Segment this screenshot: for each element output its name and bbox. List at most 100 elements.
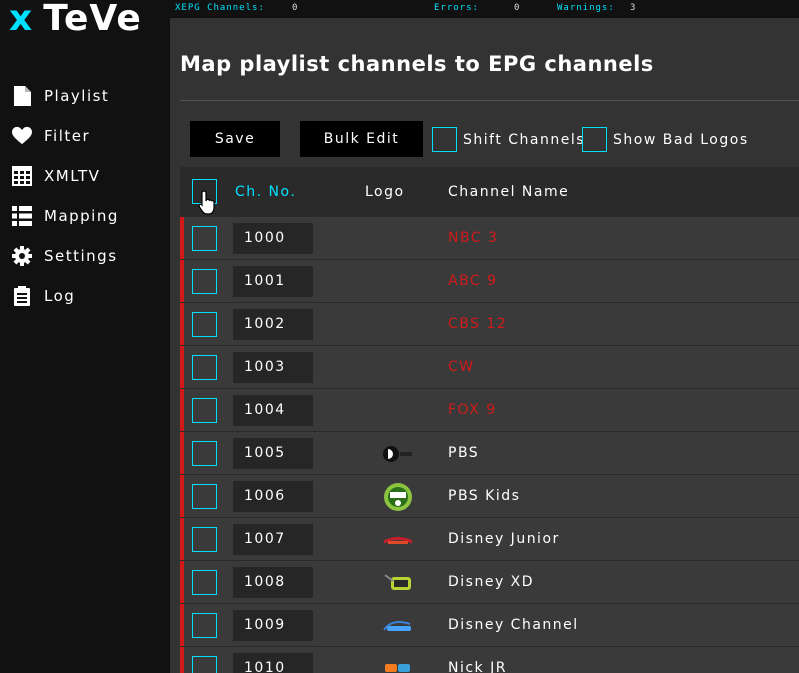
show-bad-logos-label: Show Bad Logos: [613, 131, 749, 148]
table-header: Ch. No. Logo Channel Name: [180, 167, 799, 217]
sidebar-item-settings[interactable]: Settings: [12, 236, 119, 276]
table-row[interactable]: 1003 CW: [180, 346, 799, 389]
table-row[interactable]: 1009 Disney Channel: [180, 604, 799, 647]
channel-name[interactable]: Nick JR: [448, 660, 507, 673]
table-row[interactable]: 1007 Disney Junior: [180, 518, 799, 561]
header-channel-name: Channel Name: [448, 184, 570, 200]
channel-name[interactable]: PBS: [448, 445, 479, 461]
row-checkbox[interactable]: [192, 355, 217, 380]
row-checkbox[interactable]: [192, 484, 217, 509]
xepg-channels-label: XEPG Channels:: [175, 3, 265, 13]
table-row[interactable]: 1000 NBC 3: [180, 217, 799, 260]
sidebar-item-label: Playlist: [44, 87, 110, 105]
channel-logo: [380, 310, 416, 340]
row-error-marker: [180, 518, 184, 560]
table-row[interactable]: 1004 FOX 9: [180, 389, 799, 432]
row-checkbox[interactable]: [192, 527, 217, 552]
sidebar-item-label: XMLTV: [44, 167, 101, 185]
row-checkbox[interactable]: [192, 613, 217, 638]
sidebar-item-mapping[interactable]: Mapping: [12, 196, 119, 236]
channel-name[interactable]: ABC 9: [448, 273, 498, 289]
channel-name[interactable]: Disney XD: [448, 574, 534, 590]
show-bad-logos-checkbox[interactable]: [582, 127, 607, 152]
table-row[interactable]: 1008 Disney XD: [180, 561, 799, 604]
channel-logo: [380, 611, 416, 641]
table-row[interactable]: 1006 PBS Kids: [180, 475, 799, 518]
row-checkbox[interactable]: [192, 226, 217, 251]
channel-logo: [380, 267, 416, 297]
channel-number-field[interactable]: 1005: [233, 438, 313, 469]
sidebar-item-label: Settings: [44, 247, 118, 265]
heart-icon: [12, 126, 32, 146]
row-error-marker: [180, 561, 184, 603]
sidebar-item-xmltv[interactable]: XMLTV: [12, 156, 119, 196]
warnings-label: Warnings:: [557, 3, 615, 13]
row-error-marker: [180, 604, 184, 646]
row-error-marker: [180, 475, 184, 517]
row-checkbox[interactable]: [192, 269, 217, 294]
row-error-marker: [180, 389, 184, 431]
channel-name[interactable]: Disney Channel: [448, 617, 579, 633]
logo-x: x: [9, 0, 34, 39]
channel-number-field[interactable]: 1001: [233, 266, 313, 297]
row-error-marker: [180, 346, 184, 388]
channel-name[interactable]: NBC 3: [448, 230, 498, 246]
sidebar-item-label: Mapping: [44, 207, 119, 225]
channel-number-field[interactable]: 1006: [233, 481, 313, 512]
channel-name[interactable]: Disney Junior: [448, 531, 560, 547]
sidebar: x TeVe Playlist Filter XMLTV Mapping Set…: [0, 0, 170, 673]
channel-number-field[interactable]: 1003: [233, 352, 313, 383]
row-error-marker: [180, 647, 184, 673]
channel-name[interactable]: PBS Kids: [448, 488, 520, 504]
save-button[interactable]: Save: [190, 121, 280, 157]
channel-logo: [380, 654, 416, 673]
header-ch-no[interactable]: Ch. No.: [235, 184, 296, 200]
table-row[interactable]: 1010 Nick JR: [180, 647, 799, 673]
channel-number-field[interactable]: 1000: [233, 223, 313, 254]
channel-table: Ch. No. Logo Channel Name 1000 NBC 3 1001 A…: [180, 167, 799, 673]
list-icon: [12, 206, 32, 226]
channel-name[interactable]: FOX 9: [448, 402, 497, 418]
shift-channels-toggle[interactable]: Shift Channels: [432, 127, 585, 152]
channel-name[interactable]: CBS 12: [448, 316, 507, 332]
gear-icon: [12, 246, 32, 266]
channel-logo: [380, 224, 416, 254]
row-checkbox[interactable]: [192, 398, 217, 423]
row-checkbox[interactable]: [192, 312, 217, 337]
row-error-marker: [180, 260, 184, 302]
sidebar-nav: Playlist Filter XMLTV Mapping Settings L…: [12, 76, 119, 316]
table-row[interactable]: 1002 CBS 12: [180, 303, 799, 346]
status-bar: XEPG Channels: 0 Errors: 0 Warnings: 3: [170, 0, 799, 18]
clipboard-icon: [12, 286, 32, 306]
table-row[interactable]: 1005 PBS: [180, 432, 799, 475]
row-checkbox[interactable]: [192, 656, 217, 673]
row-error-marker: [180, 432, 184, 474]
channel-number-field[interactable]: 1004: [233, 395, 313, 426]
sidebar-item-label: Filter: [44, 127, 91, 145]
show-bad-logos-toggle[interactable]: Show Bad Logos: [582, 127, 749, 152]
channel-number-field[interactable]: 1009: [233, 610, 313, 641]
channel-name[interactable]: CW: [448, 359, 475, 375]
warnings-value: 3: [630, 3, 637, 13]
toolbar: Save Bulk Edit Shift Channels Show Bad L…: [190, 121, 799, 157]
table-row[interactable]: 1001 ABC 9: [180, 260, 799, 303]
channel-logo: [380, 525, 416, 555]
channel-number-field[interactable]: 1010: [233, 653, 313, 673]
page-title: Map playlist channels to EPG channels: [180, 52, 654, 76]
row-checkbox[interactable]: [192, 570, 217, 595]
sidebar-item-log[interactable]: Log: [12, 276, 119, 316]
channel-number-field[interactable]: 1002: [233, 309, 313, 340]
row-error-marker: [180, 303, 184, 345]
title-divider: [180, 100, 799, 101]
table-body: 1000 NBC 3 1001 ABC 9 1002 CBS 12 1003 CW 1004 FO…: [180, 217, 799, 673]
sidebar-item-playlist[interactable]: Playlist: [12, 76, 119, 116]
row-checkbox[interactable]: [192, 441, 217, 466]
channel-number-field[interactable]: 1007: [233, 524, 313, 555]
shift-channels-checkbox[interactable]: [432, 127, 457, 152]
channel-logo: [380, 353, 416, 383]
sidebar-item-filter[interactable]: Filter: [12, 116, 119, 156]
errors-label: Errors:: [434, 3, 479, 13]
channel-number-field[interactable]: 1008: [233, 567, 313, 598]
bulk-edit-button[interactable]: Bulk Edit: [300, 121, 423, 157]
xepg-channels-value: 0: [292, 3, 299, 13]
